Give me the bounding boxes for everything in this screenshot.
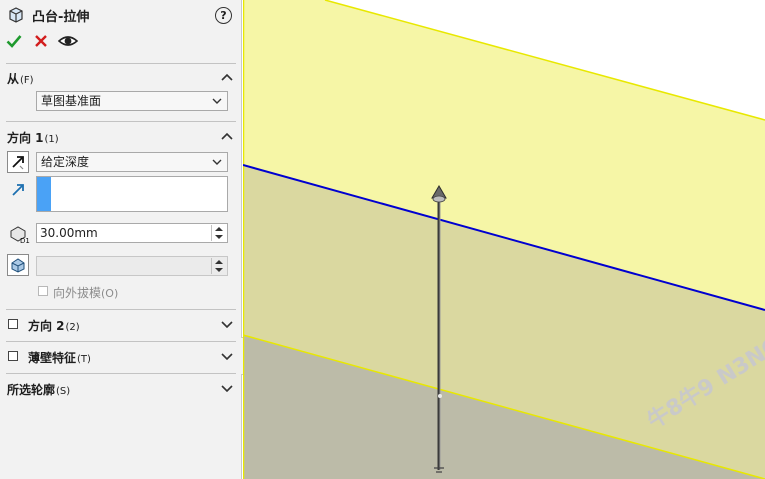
- chevron-down-icon[interactable]: [221, 320, 233, 328]
- chevron-down-icon[interactable]: [221, 352, 233, 360]
- section-divider: [6, 341, 236, 342]
- x-icon[interactable]: [33, 33, 49, 49]
- chevron-down-icon: [212, 98, 222, 104]
- direction-of-extrusion-selection-box[interactable]: [36, 176, 228, 212]
- thin-feature-shortcut: (T): [77, 354, 91, 365]
- spin-down-icon: [215, 235, 223, 239]
- feature-title: 凸台-拉伸: [32, 10, 90, 25]
- spin-down-icon: [215, 268, 223, 272]
- chevron-down-icon: [212, 159, 222, 165]
- direction1-shortcut: (1): [44, 134, 59, 145]
- depth-value: 30.00mm: [40, 226, 98, 240]
- thin-feature-checkbox[interactable]: [8, 351, 18, 361]
- draft-outward-shortcut: (O): [101, 287, 119, 300]
- draft-on-off-button[interactable]: [7, 254, 29, 276]
- thin-feature-section-header[interactable]: 薄壁特征(T): [28, 349, 91, 366]
- spin-up-icon: [215, 227, 223, 231]
- draft-angle-input[interactable]: [36, 256, 228, 276]
- draft-angle-spinner[interactable]: [211, 258, 226, 274]
- spin-down-button[interactable]: [212, 266, 226, 274]
- spin-down-button[interactable]: [212, 233, 226, 241]
- chevron-up-icon[interactable]: [221, 73, 233, 81]
- feature-header: 凸台-拉伸 ?: [0, 0, 242, 60]
- eye-icon[interactable]: [58, 33, 78, 49]
- reverse-direction-button[interactable]: [7, 151, 29, 173]
- selected-contours-shortcut: (S): [56, 386, 71, 397]
- from-start-condition-select[interactable]: 草图基准面: [36, 91, 228, 111]
- section-divider: [6, 63, 236, 64]
- draft-outward-text: 向外拔模: [53, 286, 102, 300]
- chevron-up-icon[interactable]: [221, 132, 233, 140]
- section-divider: [6, 309, 236, 310]
- spin-up-button[interactable]: [212, 258, 226, 266]
- direction1-section-header[interactable]: 方向 1(1): [7, 129, 59, 146]
- from-section-header[interactable]: 从(F): [7, 70, 34, 87]
- svg-text:D1: D1: [20, 237, 30, 244]
- selected-contours-section-title: 所选轮廓: [7, 383, 56, 397]
- depth-spinner[interactable]: [211, 225, 226, 241]
- from-section-title: 从: [7, 72, 20, 86]
- question-circle-icon[interactable]: ?: [215, 7, 232, 24]
- direction2-section-header[interactable]: 方向 2(2): [28, 317, 80, 334]
- direction-vector-icon: [12, 184, 24, 196]
- direction2-checkbox[interactable]: [8, 319, 18, 329]
- draft-icon: [11, 258, 25, 273]
- spin-up-button[interactable]: [212, 225, 226, 233]
- from-start-condition-value: 草图基准面: [41, 94, 102, 108]
- direction1-section-title: 方向 1: [7, 131, 44, 145]
- chevron-down-icon[interactable]: [221, 384, 233, 392]
- draft-outward-checkbox[interactable]: [38, 286, 48, 296]
- property-manager-panel: 凸台-拉伸 ? 从(F) 草图基准面 方向 1(1) 给定深度 D1 30.00…: [0, 0, 242, 479]
- direction2-shortcut: (2): [65, 322, 80, 333]
- section-divider: [6, 373, 236, 374]
- end-condition-select[interactable]: 给定深度: [36, 152, 228, 172]
- boss-extrude-icon: [9, 7, 23, 23]
- direction2-section-title: 方向 2: [28, 319, 65, 333]
- spin-up-icon: [215, 260, 223, 264]
- depth-input[interactable]: 30.00mm: [36, 223, 228, 243]
- depth-dimension-icon: D1: [10, 226, 30, 244]
- section-divider: [6, 121, 236, 122]
- active-selection-marker: [37, 177, 51, 211]
- draft-outward-label: 向外拔模(O): [53, 284, 118, 301]
- reverse-arrow-icon: [12, 156, 24, 170]
- thin-feature-section-title: 薄壁特征: [28, 351, 77, 365]
- check-icon[interactable]: [6, 33, 22, 49]
- from-shortcut: (F): [20, 75, 34, 86]
- selected-contours-section-header[interactable]: 所选轮廓(S): [7, 381, 70, 398]
- end-condition-value: 给定深度: [41, 155, 90, 169]
